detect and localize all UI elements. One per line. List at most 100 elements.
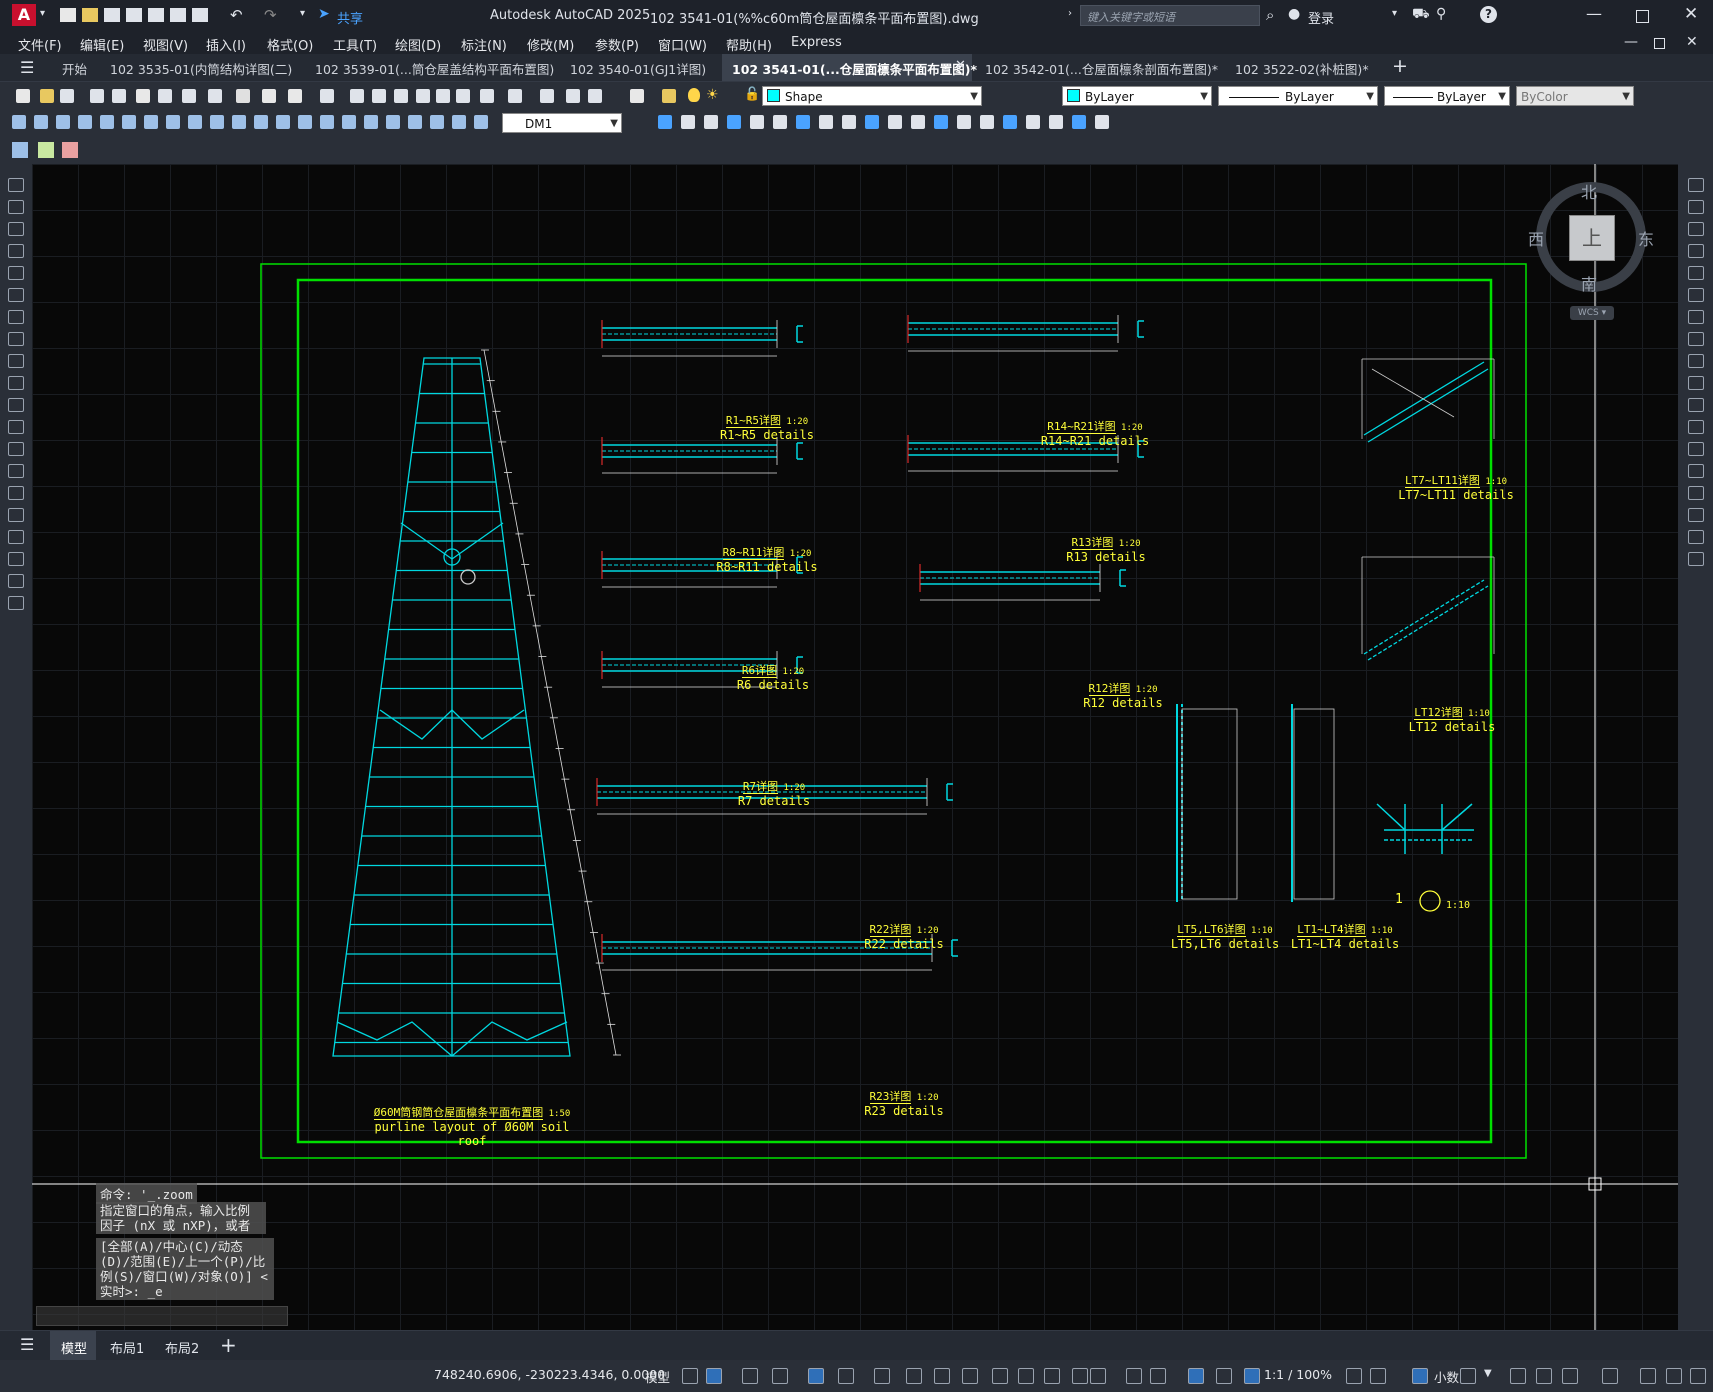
maximize-icon[interactable]	[1636, 10, 1649, 23]
toolbar2-modify-tool-2-icon[interactable]	[704, 115, 718, 129]
toolbar1-tool-20-icon[interactable]	[508, 89, 522, 103]
status-toggle-9-icon[interactable]	[962, 1368, 978, 1384]
status-toggle-8-icon[interactable]	[934, 1368, 950, 1384]
toolbar2-modify-tool-17-icon[interactable]	[1049, 115, 1063, 129]
draw-tool-17-icon[interactable]	[8, 552, 24, 566]
toolbar2-dim-tool-8-icon[interactable]	[188, 115, 202, 129]
plotstyle-dropdown[interactable]: ByColor ▼	[1516, 86, 1634, 106]
dimstyle-dropdown[interactable]: DM1 ▼	[502, 113, 622, 133]
menu-help[interactable]: 帮助(H)	[726, 35, 772, 54]
modify-tool-16-icon[interactable]	[1688, 530, 1704, 544]
login-button[interactable]: 登录	[1308, 8, 1334, 27]
toolbar1-tool-1-icon[interactable]	[40, 89, 54, 103]
toolbar2-dim-tool-1-icon[interactable]	[34, 115, 48, 129]
toolbar1-tool-18-icon[interactable]	[456, 89, 470, 103]
help-icon[interactable]: ?	[1480, 6, 1497, 23]
toolbar1-tool-6-icon[interactable]	[158, 89, 172, 103]
status-toggle-19-icon[interactable]	[1244, 1368, 1260, 1384]
user-icon[interactable]: ●	[1288, 6, 1300, 22]
modify-tool-0-icon[interactable]	[1688, 178, 1704, 192]
status-toggle-21-icon[interactable]	[1370, 1368, 1386, 1384]
cart-icon[interactable]: ⛟	[1412, 6, 1430, 24]
modify-tool-4-icon[interactable]	[1688, 266, 1704, 280]
layer-bulb-icon[interactable]	[688, 88, 700, 102]
toolbar2-modify-tool-19-icon[interactable]	[1095, 115, 1109, 129]
search-input[interactable]: 键入关键字或短语	[1080, 5, 1260, 26]
autodesk-app-icon[interactable]: ⚲	[1436, 6, 1446, 22]
share-button[interactable]: 共享	[337, 8, 363, 27]
toolbar2-dim-tool-17-icon[interactable]	[386, 115, 400, 129]
draw-tool-8-icon[interactable]	[8, 354, 24, 368]
status-toggle-17-icon[interactable]	[1188, 1368, 1204, 1384]
draw-tool-10-icon[interactable]	[8, 398, 24, 412]
status-toggle-6-icon[interactable]	[874, 1368, 890, 1384]
draw-tool-4-icon[interactable]	[8, 266, 24, 280]
lineweight-dropdown[interactable]: ByLayer ▼	[1384, 86, 1510, 106]
status-toggle-11-icon[interactable]	[1018, 1368, 1034, 1384]
qat-redo-icon[interactable]: ↷	[264, 6, 277, 24]
modify-tool-3-icon[interactable]	[1688, 244, 1704, 258]
toolbar3-tool3-icon[interactable]	[62, 142, 78, 158]
toolbar2-modify-tool-7-icon[interactable]	[819, 115, 833, 129]
draw-tool-11-icon[interactable]	[8, 420, 24, 434]
toolbar1-tool-7-icon[interactable]	[182, 89, 196, 103]
status-toggle-16-icon[interactable]	[1150, 1368, 1166, 1384]
toolbar1-tool-5-icon[interactable]	[136, 89, 150, 103]
menu-parametric[interactable]: 参数(P)	[595, 35, 639, 54]
units-chevron-icon[interactable]: ▼	[1484, 1368, 1492, 1379]
model-space-toggle[interactable]: 模型	[645, 1367, 670, 1386]
toolbar1-tool-3-icon[interactable]	[90, 89, 104, 103]
status-toggle-7-icon[interactable]	[906, 1368, 922, 1384]
toolbar2-dim-tool-3-icon[interactable]	[78, 115, 92, 129]
layer-dropdown[interactable]: Shape ▼	[762, 86, 982, 106]
qat-open-icon[interactable]	[82, 8, 98, 22]
status-toggle-18-icon[interactable]	[1216, 1368, 1232, 1384]
drawing-canvas[interactable]: R1~R5详图 1:20 R1~R5 details R14~R21详图 1:20 R…	[32, 164, 1678, 1330]
status-toggle-27-icon[interactable]	[1602, 1368, 1618, 1384]
doc-minimize-icon[interactable]: —	[1624, 34, 1638, 50]
draw-tool-2-icon[interactable]	[8, 222, 24, 236]
status-toggle-3-icon[interactable]	[772, 1368, 788, 1384]
modify-tool-2-icon[interactable]	[1688, 222, 1704, 236]
toolbar1-tool-15-icon[interactable]	[394, 89, 408, 103]
status-toggle-13-icon[interactable]	[1072, 1368, 1088, 1384]
modify-tool-14-icon[interactable]	[1688, 486, 1704, 500]
toolbar1-tool-19-icon[interactable]	[480, 89, 494, 103]
color-dropdown[interactable]: ByLayer ▼	[1062, 86, 1212, 106]
modify-tool-8-icon[interactable]	[1688, 354, 1704, 368]
toolbar1-tool-21-icon[interactable]	[540, 89, 554, 103]
toolbar2-modify-tool-3-icon[interactable]	[727, 115, 741, 129]
close-icon[interactable]: ✕	[1684, 4, 1698, 24]
viewcube-east[interactable]: 东	[1638, 226, 1654, 250]
draw-tool-19-icon[interactable]	[8, 596, 24, 610]
qat-new-icon[interactable]	[60, 8, 76, 22]
draw-tool-3-icon[interactable]	[8, 244, 24, 258]
toolbar2-dim-tool-12-icon[interactable]	[276, 115, 290, 129]
coordinate-readout[interactable]: 748240.6906, -230223.4346, 0.0000	[434, 1367, 665, 1382]
draw-tool-18-icon[interactable]	[8, 574, 24, 588]
qat-plot-icon[interactable]	[170, 8, 186, 22]
doc-close-icon[interactable]: ✕	[1686, 34, 1698, 50]
qat-print-icon[interactable]	[192, 8, 208, 22]
draw-tool-15-icon[interactable]	[8, 508, 24, 522]
menu-edit[interactable]: 编辑(E)	[80, 35, 124, 54]
autocad-logo-icon[interactable]: A	[12, 4, 36, 26]
menu-tools[interactable]: 工具(T)	[333, 35, 377, 54]
toolbar2-dim-tool-7-icon[interactable]	[166, 115, 180, 129]
toolbar2-dim-tool-20-icon[interactable]	[452, 115, 466, 129]
hamburger-menu-icon[interactable]: ☰	[20, 58, 34, 77]
toolbar2-modify-tool-9-icon[interactable]	[865, 115, 879, 129]
status-toggle-20-icon[interactable]	[1346, 1368, 1362, 1384]
toolbar1-tool-10-icon[interactable]	[262, 89, 276, 103]
toolbar1-tool-13-icon[interactable]	[350, 89, 364, 103]
toolbar2-modify-tool-13-icon[interactable]	[957, 115, 971, 129]
viewcube-west[interactable]: 西	[1528, 226, 1544, 250]
toolbar2-dim-tool-6-icon[interactable]	[144, 115, 158, 129]
toolbar2-dim-tool-19-icon[interactable]	[430, 115, 444, 129]
toolbar2-modify-tool-1-icon[interactable]	[681, 115, 695, 129]
draw-tool-5-icon[interactable]	[8, 288, 24, 302]
layout-menu-icon[interactable]: ☰	[20, 1335, 34, 1354]
toolbar3-tool1-icon[interactable]	[12, 142, 28, 158]
status-toggle-14-icon[interactable]	[1090, 1368, 1106, 1384]
minimize-icon[interactable]: —	[1586, 4, 1602, 23]
